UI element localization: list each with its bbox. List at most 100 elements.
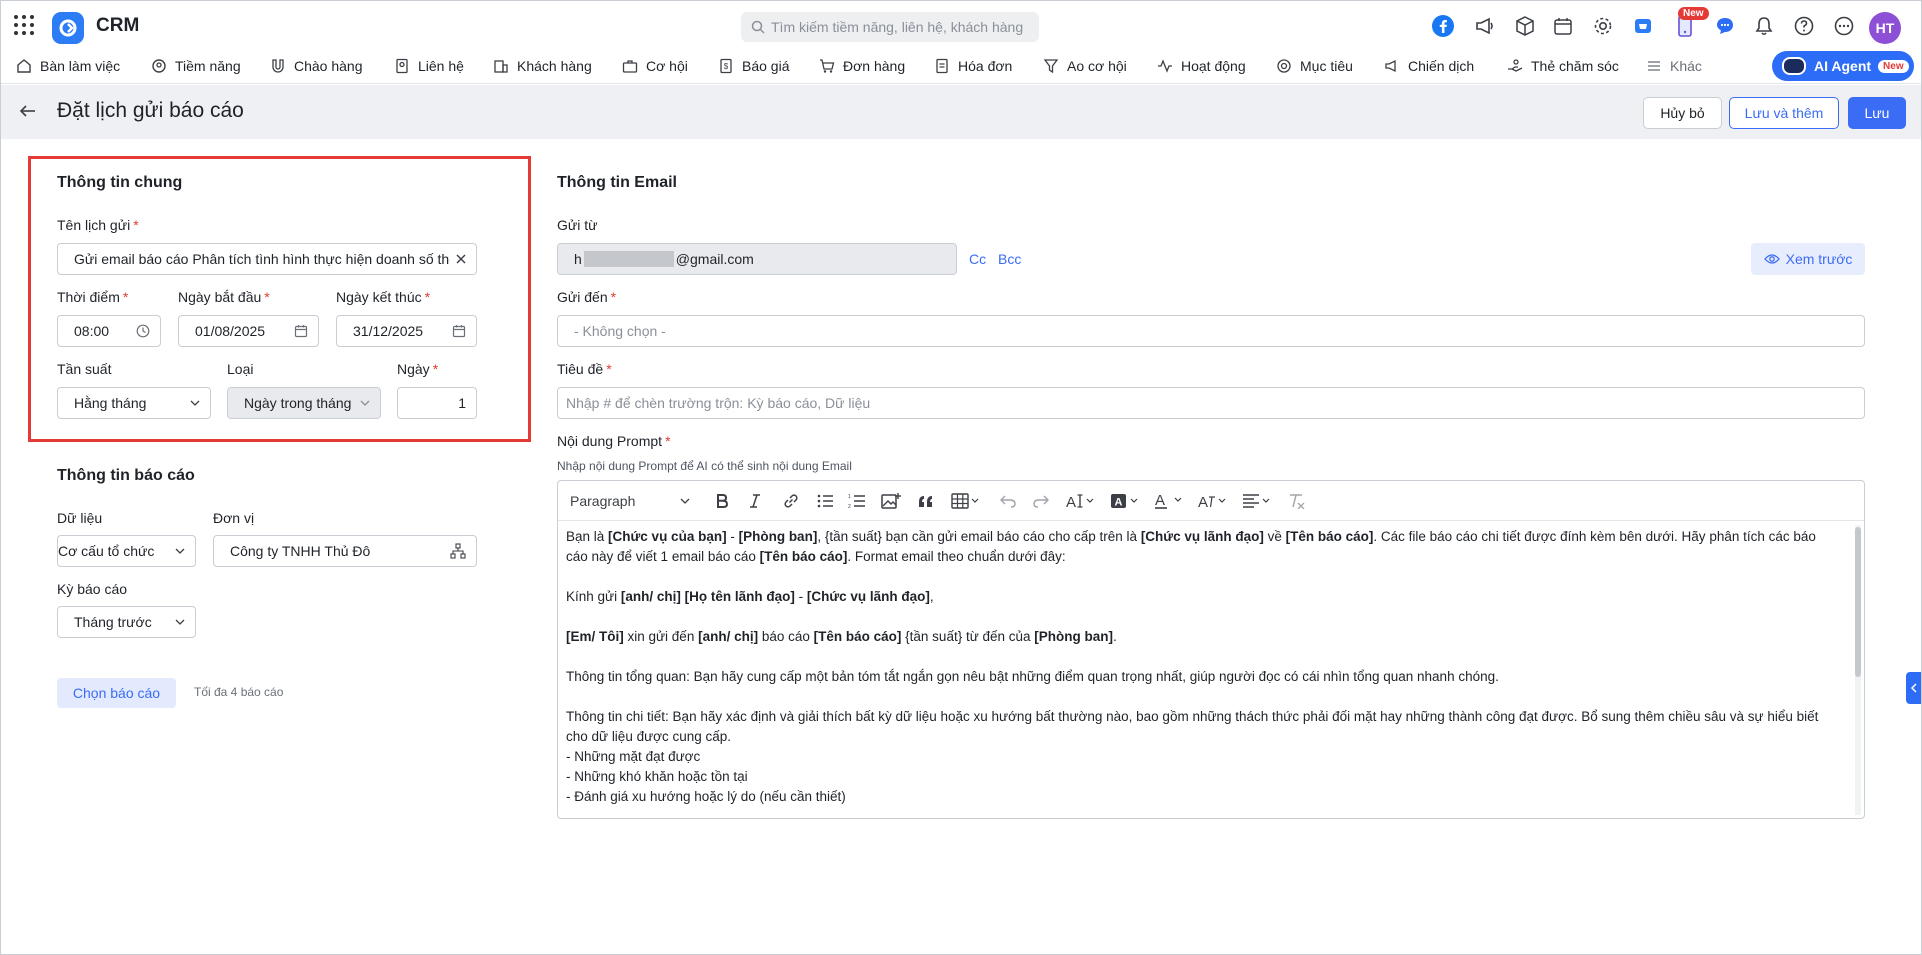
editor-scrollbar[interactable] xyxy=(1855,525,1861,815)
editor-scrollbar-thumb[interactable] xyxy=(1855,527,1861,677)
unit-select[interactable]: Công ty TNHH Thủ Đô xyxy=(213,535,477,567)
more-icon[interactable] xyxy=(1831,13,1857,39)
home-icon xyxy=(17,59,31,73)
calendar-icon[interactable] xyxy=(1550,13,1576,39)
italic-icon[interactable] xyxy=(749,491,761,511)
data-label: Dữ liệu xyxy=(57,510,103,526)
clear-icon[interactable] xyxy=(456,254,466,264)
app-launcher-icon[interactable] xyxy=(14,15,34,35)
bell-icon[interactable] xyxy=(1751,13,1777,39)
nav-item-chien-dich[interactable]: Chiến dịch xyxy=(1384,50,1474,82)
top-bar: CRM Tìm kiếm tiềm năng, liên hệ, khách h… xyxy=(0,0,1922,50)
chevron-left-icon xyxy=(1910,683,1917,693)
text-style-icon[interactable]: A xyxy=(1198,491,1228,511)
funnel-icon xyxy=(1043,59,1059,74)
nav-item-don-hang[interactable]: Đơn hàng xyxy=(819,50,905,82)
prompt-line: Bạn là [Chức vụ của bạn] - [Phòng ban], … xyxy=(566,529,1816,544)
start-date-label: Ngày bắt đầu * xyxy=(178,289,270,305)
align-icon[interactable] xyxy=(1242,491,1272,511)
table-icon[interactable] xyxy=(951,491,979,511)
prompt-line: cáo này để viết 1 email báo cáo [Tên báo… xyxy=(566,549,1066,564)
choose-report-button[interactable]: Chọn báo cáo xyxy=(57,678,176,708)
bold-icon[interactable] xyxy=(715,491,729,511)
facebook-icon[interactable] xyxy=(1430,13,1456,39)
nav-item-lien-he[interactable]: Liên hệ xyxy=(394,50,464,82)
day-input[interactable]: 1 xyxy=(397,387,477,419)
building-icon xyxy=(494,60,508,73)
data-select[interactable]: Cơ cấu tổ chức xyxy=(57,535,196,567)
prompt-editor[interactable]: Paragraph 12 A A A A Bạn là [Chức vụ của… xyxy=(557,480,1865,819)
nav-item-bao-gia[interactable]: $ Báo giá xyxy=(718,50,789,82)
calendar-icon xyxy=(452,324,466,338)
paragraph-style-select[interactable]: Paragraph xyxy=(570,491,690,511)
day-label: Ngày * xyxy=(397,361,439,377)
chevron-down-icon xyxy=(175,548,185,554)
type-select: Ngày trong tháng xyxy=(227,387,381,419)
activity-icon xyxy=(1158,59,1172,73)
numbered-list-icon[interactable]: 12 xyxy=(848,491,866,511)
global-search[interactable]: Tìm kiếm tiềm năng, liên hệ, khách hàng xyxy=(741,12,1039,42)
clear-format-icon[interactable] xyxy=(1288,491,1306,511)
save-button[interactable]: Lưu xyxy=(1848,97,1906,129)
nav-item-chao-hang[interactable]: Chào hàng xyxy=(270,50,363,82)
nav-item-khac[interactable]: Khác xyxy=(1646,50,1702,82)
nav-item-tiem-nang[interactable]: Tiềm năng xyxy=(151,50,241,82)
image-icon[interactable] xyxy=(881,491,901,511)
quote-icon[interactable] xyxy=(917,491,935,511)
store-icon[interactable] xyxy=(1630,13,1656,39)
choose-report-note: Tối đa 4 báo cáo xyxy=(194,685,284,699)
unit-label: Đơn vị xyxy=(213,510,255,526)
prompt-label: Nội dung Prompt * xyxy=(557,433,671,449)
link-icon[interactable] xyxy=(782,491,800,511)
report-info-title: Thông tin báo cáo xyxy=(57,467,195,484)
nav-item-ao-co-hoi[interactable]: Ao cơ hội xyxy=(1043,50,1127,82)
save-and-add-button[interactable]: Lưu và thêm xyxy=(1729,97,1839,129)
svg-text:$: $ xyxy=(724,62,729,71)
time-label: Thời điểm * xyxy=(57,289,129,305)
time-input[interactable]: 08:00 xyxy=(57,315,161,347)
prompt-line: Thông tin tổng quan: Bạn hãy cung cấp mộ… xyxy=(566,669,1499,684)
nav-item-co-hoi[interactable]: Cơ hội xyxy=(622,50,688,82)
preview-button[interactable]: Xem trước xyxy=(1751,243,1865,275)
package-icon[interactable] xyxy=(1512,13,1538,39)
font-color-icon[interactable]: A xyxy=(1154,491,1184,511)
start-date-input[interactable]: 01/08/2025 xyxy=(178,315,319,347)
nav-item-the-cham-soc[interactable]: Thẻ chăm sóc xyxy=(1507,50,1619,82)
font-size-icon[interactable]: A xyxy=(1066,491,1096,511)
nav-item-khach-hang[interactable]: Khách hàng xyxy=(493,50,592,82)
avatar[interactable]: HT xyxy=(1869,12,1901,44)
help-icon[interactable] xyxy=(1791,13,1817,39)
subject-input[interactable]: Nhập # để chèn trường trộn: Kỳ báo cáo, … xyxy=(557,387,1865,419)
redo-icon[interactable] xyxy=(1032,491,1050,511)
period-select[interactable]: Tháng trước xyxy=(57,606,196,638)
prompt-content[interactable]: Bạn là [Chức vụ của bạn] - [Phòng ban], … xyxy=(566,527,1850,815)
nav-item-hoat-dong[interactable]: Hoạt động xyxy=(1157,50,1246,82)
nav-item-hoa-don[interactable]: Hóa đơn xyxy=(934,50,1012,82)
eye-icon xyxy=(1763,254,1780,264)
cancel-button[interactable]: Hủy bỏ xyxy=(1643,97,1722,129)
gear-icon[interactable] xyxy=(1590,13,1616,39)
back-arrow-icon[interactable] xyxy=(18,101,38,121)
ai-agent-button[interactable]: AI Agent New xyxy=(1772,51,1914,81)
frequency-select[interactable]: Hằng tháng xyxy=(57,387,211,419)
from-input: h @gmail.com xyxy=(557,243,957,275)
highlight-color-icon[interactable]: A xyxy=(1110,491,1140,511)
nav-item-muc-tieu[interactable]: Mục tiêu xyxy=(1276,50,1353,82)
bullet-list-icon[interactable] xyxy=(816,491,834,511)
schedule-name-input[interactable]: Gửi email báo cáo Phân tích tình hình th… xyxy=(57,243,477,275)
org-tree-icon[interactable] xyxy=(450,543,466,559)
crm-logo[interactable] xyxy=(52,12,84,44)
cc-link[interactable]: Cc xyxy=(969,251,986,267)
cart-icon xyxy=(820,59,835,73)
nav-item-ban-lam-viec[interactable]: Bàn làm việc xyxy=(16,50,120,82)
end-date-input[interactable]: 31/12/2025 xyxy=(336,315,477,347)
prompt-line: - Những khó khăn hoặc tồn tại xyxy=(566,769,748,784)
side-panel-toggle[interactable] xyxy=(1906,672,1922,704)
app-name: CRM xyxy=(96,15,140,36)
bcc-link[interactable]: Bcc xyxy=(998,251,1021,267)
undo-icon[interactable] xyxy=(999,491,1017,511)
svg-text:2: 2 xyxy=(848,504,851,509)
to-select[interactable]: - Không chọn - xyxy=(557,315,1865,347)
chat-icon[interactable] xyxy=(1712,13,1738,39)
megaphone-icon[interactable] xyxy=(1472,13,1498,39)
